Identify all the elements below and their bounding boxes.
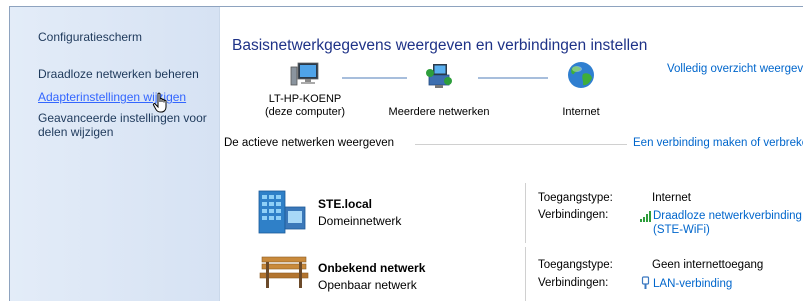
sidebar-item-advanced-sharing-line1: Geavanceerde instellingen voor	[38, 111, 207, 125]
map-node-multiple-networks[interactable]: Meerdere netwerken	[384, 59, 494, 119]
network-1-divider	[525, 183, 526, 243]
lan-connection-link[interactable]: LAN-verbinding	[653, 277, 732, 291]
computer-note: (deze computer)	[264, 106, 346, 118]
wireless-connection-name: Draadloze netwerkverbinding	[653, 210, 802, 222]
connect-disconnect-link[interactable]: Een verbinding maken of verbreken	[633, 137, 803, 149]
networks-icon	[426, 64, 452, 88]
wireless-signal-icon	[640, 211, 651, 222]
sidebar-item-advanced-sharing[interactable]: Geavanceerde instellingen voor delen wij…	[38, 111, 207, 139]
computer-name: LT-HP-KOENP	[268, 93, 342, 105]
computer-icon	[290, 62, 319, 86]
sidebar-item-manage-wireless[interactable]: Draadloze netwerken beheren	[38, 67, 199, 81]
park-bench-icon	[259, 256, 309, 288]
sidebar-title[interactable]: Configuratiescherm	[38, 30, 142, 44]
page-title: Basisnetwerkgegevens weergeven en verbin…	[232, 37, 648, 54]
domain-network-icon	[258, 190, 306, 234]
network-1-access-value: Internet	[652, 192, 691, 204]
network-1-access-label: Toegangstype:	[538, 192, 613, 204]
network-2-access-value: Geen internettoegang	[652, 259, 764, 271]
sidebar: Configuratiescherm Draadloze netwerken b…	[10, 7, 220, 301]
network-2-divider	[525, 247, 526, 301]
wireless-connection-ssid: (STE-WiFi)	[653, 224, 710, 236]
internet-label: Internet	[562, 106, 600, 118]
network-sharing-center-window: Configuratiescherm Draadloze netwerken b…	[9, 6, 803, 301]
network-2-type[interactable]: Openbaar netwerk	[318, 278, 417, 292]
main-content: Basisnetwerkgegevens weergeven en verbin…	[220, 7, 803, 301]
network-2-connections-label: Verbindingen:	[538, 277, 609, 289]
lan-plug-icon	[641, 276, 650, 289]
map-node-internet[interactable]: Internet	[536, 59, 626, 119]
network-1-name: STE.local	[318, 197, 373, 211]
globe-icon	[568, 62, 594, 88]
sidebar-item-advanced-sharing-line2: delen wijzigen	[38, 125, 114, 139]
wireless-connection-link[interactable]: Draadloze netwerkverbinding (STE-WiFi)	[653, 209, 802, 237]
multiple-networks-label: Meerdere netwerken	[388, 106, 490, 118]
network-1-type[interactable]: Domeinnetwerk	[318, 214, 401, 228]
view-full-map-link[interactable]: Volledig overzicht weergeven	[667, 63, 803, 75]
active-networks-title: De actieve netwerken weergeven	[224, 137, 395, 149]
network-1-connections-label: Verbindingen:	[538, 209, 609, 221]
network-2-access-label: Toegangstype:	[538, 259, 613, 271]
section-divider-line	[415, 144, 627, 145]
network-2-name: Onbekend netwerk	[318, 261, 426, 275]
map-node-computer[interactable]: LT-HP-KOENP (deze computer)	[250, 59, 360, 119]
hand-cursor-icon	[152, 92, 167, 113]
